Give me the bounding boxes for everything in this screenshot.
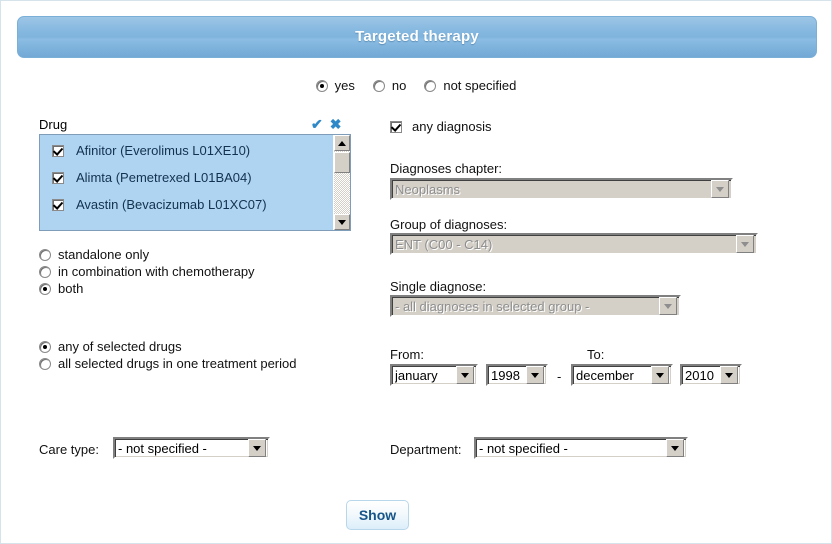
close-icon[interactable]: ✖ [330, 117, 342, 131]
chevron-down-icon[interactable] [666, 439, 684, 457]
scroll-down-icon[interactable] [334, 214, 350, 230]
group-of-diagnoses-value: ENT (C00 - C14) [395, 236, 493, 252]
department-label: Department: [390, 442, 462, 457]
group-of-diagnoses-label: Group of diagnoses: [390, 217, 508, 232]
any-diagnosis-label: any diagnosis [412, 119, 492, 134]
from-month-select[interactable]: january [390, 364, 478, 386]
drug-column-header: Drug [39, 117, 68, 132]
therapy-state-label-no: no [391, 78, 407, 93]
page-title: Targeted therapy [355, 28, 479, 45]
chevron-down-icon[interactable] [526, 366, 544, 384]
administration-mode-radio-group: standalone only in combination with chem… [39, 246, 255, 297]
department-value: - not specified - [479, 440, 568, 456]
diagnoses-chapter-label: Diagnoses chapter: [390, 161, 503, 176]
period-from-label: From: [390, 347, 424, 362]
diagnoses-chapter-value: Neoplasms [395, 181, 461, 197]
chevron-down-icon[interactable] [736, 235, 754, 253]
drug-match-option-all[interactable]: all selected drugs in one treatment peri… [39, 355, 296, 372]
radio-indicator-not-specified[interactable] [424, 79, 437, 92]
single-diagnose-label: Single diagnose: [390, 279, 487, 294]
therapy-state-option-not-specified[interactable]: not specified [424, 77, 516, 94]
drug-match-label-any: any of selected drugs [58, 339, 182, 354]
administration-mode-option-standalone[interactable]: standalone only [39, 246, 255, 263]
care-type-select[interactable]: - not specified - [113, 437, 270, 459]
administration-mode-label-standalone: standalone only [58, 247, 150, 262]
list-item[interactable]: Avastin (Bevacizumab L01XC07) [40, 191, 333, 218]
diagnoses-chapter-select[interactable]: Neoplasms [390, 178, 733, 200]
radio-indicator-standalone[interactable] [39, 248, 51, 261]
scrollbar-thumb[interactable] [334, 152, 350, 173]
list-item[interactable]: Alimta (Pemetrexed L01BA04) [40, 164, 333, 191]
list-item[interactable]: Afinitor (Everolimus L01XE10) [40, 137, 333, 164]
drug-checkbox[interactable] [52, 171, 64, 184]
drug-list-scrollbar[interactable] [333, 135, 350, 230]
drug-list-box: Afinitor (Everolimus L01XE10) Alimta (Pe… [39, 134, 351, 231]
from-month-value: january [395, 367, 438, 383]
show-button[interactable]: Show [346, 500, 409, 530]
department-select[interactable]: - not specified - [474, 437, 688, 459]
drug-match-option-any[interactable]: any of selected drugs [39, 338, 296, 355]
therapy-state-option-yes[interactable]: yes [315, 77, 355, 94]
any-diagnosis-checkbox[interactable] [390, 120, 402, 133]
panel-header: Targeted therapy [17, 16, 817, 58]
from-year-value: 1998 [491, 367, 520, 383]
drug-checkbox[interactable] [52, 198, 64, 211]
radio-indicator-both[interactable] [39, 282, 51, 295]
chevron-down-icon[interactable] [248, 439, 266, 457]
period-to-label: To: [587, 347, 605, 362]
chevron-down-icon[interactable] [651, 366, 669, 384]
single-diagnose-value: - all diagnoses in selected group - [395, 298, 590, 314]
to-year-value: 2010 [685, 367, 714, 383]
drug-list-actions: ✔ ✖ [311, 117, 351, 131]
administration-mode-label-combination: in combination with chemotherapy [58, 264, 255, 279]
therapy-state-option-no[interactable]: no [372, 77, 407, 94]
administration-mode-option-combination[interactable]: in combination with chemotherapy [39, 263, 255, 280]
to-month-value: december [576, 367, 634, 383]
chevron-down-icon[interactable] [456, 366, 474, 384]
drug-match-label-all: all selected drugs in one treatment peri… [58, 356, 297, 371]
care-type-value: - not specified - [118, 440, 207, 456]
chevron-down-icon[interactable] [711, 180, 729, 198]
period-separator: - [557, 369, 562, 384]
administration-mode-label-both: both [58, 281, 84, 296]
therapy-state-radio-group: yes no not specified [1, 77, 831, 94]
radio-indicator-combination[interactable] [39, 265, 51, 278]
single-diagnose-select[interactable]: - all diagnoses in selected group - [390, 295, 681, 317]
therapy-state-label-yes: yes [334, 78, 355, 93]
to-year-select[interactable]: 2010 [680, 364, 742, 386]
drug-label: Avastin (Bevacizumab L01XC07) [76, 197, 267, 212]
radio-indicator-any-drug[interactable] [39, 340, 51, 353]
targeted-therapy-form: Targeted therapy yes no not specified Dr… [0, 0, 832, 544]
from-year-select[interactable]: 1998 [486, 364, 548, 386]
care-type-label: Care type: [39, 442, 99, 457]
drug-match-mode-radio-group: any of selected drugs all selected drugs… [39, 338, 296, 372]
drug-label: Alimta (Pemetrexed L01BA04) [76, 170, 252, 185]
chevron-down-icon[interactable] [720, 366, 738, 384]
radio-indicator-no[interactable] [372, 79, 385, 92]
therapy-state-label-not-specified: not specified [443, 78, 517, 93]
drug-checkbox[interactable] [52, 144, 64, 157]
radio-indicator-yes[interactable] [315, 79, 328, 92]
any-diagnosis-checkbox-row[interactable]: any diagnosis [390, 119, 492, 134]
administration-mode-option-both[interactable]: both [39, 280, 255, 297]
radio-indicator-all-drugs[interactable] [39, 357, 51, 370]
check-icon[interactable]: ✔ [311, 117, 323, 131]
drug-list-items: Afinitor (Everolimus L01XE10) Alimta (Pe… [40, 135, 333, 230]
to-month-select[interactable]: december [571, 364, 673, 386]
group-of-diagnoses-select[interactable]: ENT (C00 - C14) [390, 233, 758, 255]
scroll-up-icon[interactable] [334, 135, 350, 151]
drug-label: Afinitor (Everolimus L01XE10) [76, 143, 251, 158]
chevron-down-icon[interactable] [659, 297, 677, 315]
